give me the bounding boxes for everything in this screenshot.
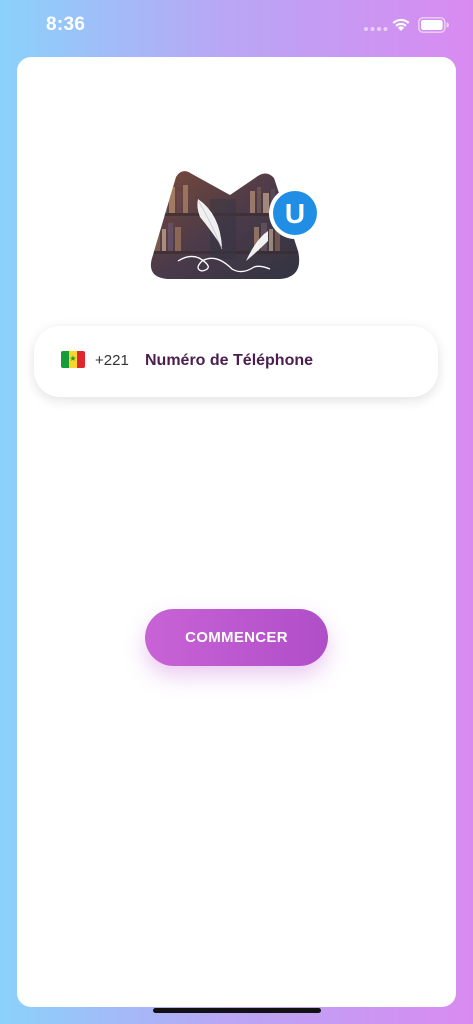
phone-number-input[interactable] [145, 348, 415, 374]
app-logo: U [150, 169, 325, 281]
logo-badge-letter: U [285, 198, 305, 229]
battery-icon [418, 17, 449, 33]
phone-field[interactable]: ★ +221 [34, 326, 438, 397]
country-dial-code[interactable]: +221 [95, 351, 129, 371]
start-button[interactable]: COMMENCER [145, 609, 328, 666]
library-logo-icon: U [150, 171, 321, 280]
senegal-flag-icon[interactable]: ★ [61, 351, 85, 368]
status-bar: 8:36 [0, 0, 473, 54]
home-indicator [153, 1008, 321, 1013]
wifi-icon [392, 18, 410, 31]
signal-dots-icon [364, 27, 388, 31]
status-time: 8:36 [46, 14, 86, 35]
login-card: U ★ +221 COMMENCER [17, 57, 456, 1007]
